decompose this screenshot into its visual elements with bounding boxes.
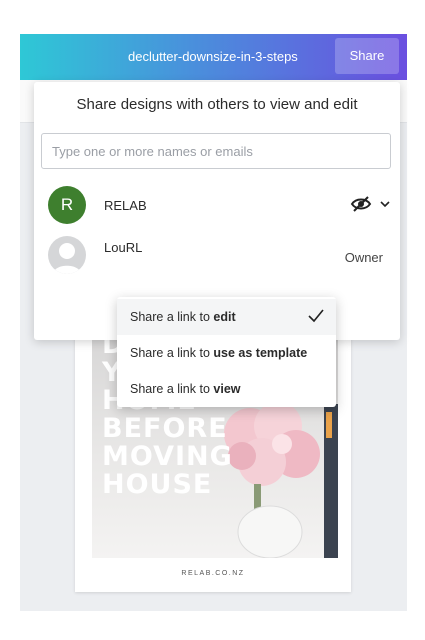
avatar: [48, 236, 86, 274]
menu-item-share-view[interactable]: Share a link to view: [117, 371, 336, 407]
user-icon: [53, 243, 81, 274]
menu-item-emphasis: edit: [213, 310, 236, 324]
member-name: RELAB: [104, 198, 147, 213]
headline-line: BEFORE: [102, 413, 228, 444]
invite-input[interactable]: [41, 133, 391, 169]
share-panel-title: Share designs with others to view and ed…: [76, 96, 358, 113]
member-name: LouRL: [104, 240, 143, 255]
hydrangea-image: [224, 404, 338, 558]
menu-item-prefix: Share a link to: [130, 310, 214, 324]
chevron-down-icon: [380, 201, 390, 208]
link-permission-menu: Share a link to edit Share a link to use…: [117, 297, 336, 407]
headline-line: HOUSE: [102, 469, 213, 500]
menu-item-share-template[interactable]: Share a link to use as template: [117, 335, 336, 371]
design-filename[interactable]: declutter-downsize-in-3-steps: [128, 34, 298, 80]
member-row: R RELAB: [34, 186, 400, 226]
share-button[interactable]: Share: [335, 38, 399, 74]
checkmark-icon: [308, 309, 324, 323]
menu-item-prefix: Share a link to: [130, 382, 214, 396]
menu-item-share-edit[interactable]: Share a link to edit: [117, 299, 336, 335]
owner-label: Owner: [344, 250, 383, 265]
menu-item-prefix: Share a link to: [130, 346, 214, 360]
headline-line: MOVING: [102, 441, 233, 472]
top-bar: declutter-downsize-in-3-steps Share: [20, 34, 407, 80]
menu-item-emphasis: use as template: [213, 346, 308, 360]
design-site-url: RELAB.CO.NZ: [181, 570, 245, 577]
permission-dropdown[interactable]: [350, 196, 390, 212]
screen: declutter-downsize-in-3-steps Share D Y …: [0, 0, 425, 640]
member-row: LouRL Owner: [34, 236, 400, 276]
menu-item-emphasis: view: [213, 382, 241, 396]
eye-hidden-icon: [350, 196, 372, 212]
avatar: R: [48, 186, 86, 224]
